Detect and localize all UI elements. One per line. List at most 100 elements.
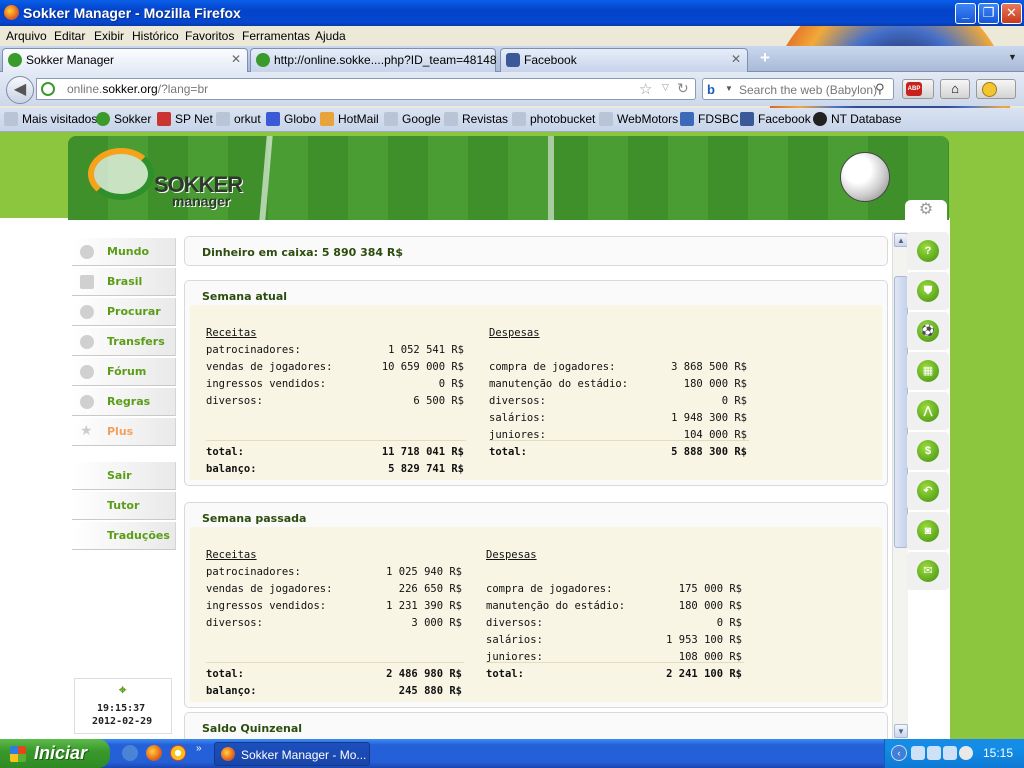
media-button[interactable]: ◙ [907,512,949,550]
tray-app-icon[interactable] [943,746,957,760]
receitas-total-label: total: [206,668,244,680]
menu-item-brasil[interactable]: Brasil [72,268,176,296]
receita-value: 3 000 R$ [411,617,462,629]
menu-ajuda[interactable]: Ajuda [315,29,346,43]
menu-historico[interactable]: Histórico [132,29,179,43]
globe-icon [80,245,94,259]
quicklaunch-desktop-icon[interactable] [122,745,138,761]
menu-item-sair[interactable]: Sair [72,462,176,490]
bookmark-globo[interactable]: Globo [266,112,316,128]
bookmark-hotmail[interactable]: HotMail [320,112,379,128]
window-title: Sokker Manager - Mozilla Firefox [23,5,241,21]
tab-close-icon[interactable]: ✕ [731,52,741,66]
site-identity-icon[interactable] [41,82,55,96]
network-icon[interactable] [911,746,925,760]
new-tab-button[interactable]: + [756,49,774,67]
training-button[interactable]: ⋀ [907,392,949,430]
bookmark-revistas[interactable]: Revistas [444,112,508,128]
menu-item-regras[interactable]: Regras [72,388,176,416]
bookmark-facebook[interactable]: Facebook [740,112,811,128]
search-icon[interactable]: ⚲ [875,81,885,97]
page-scrollbar[interactable]: ▲ ▼ [892,232,908,739]
settings-gear-icon[interactable]: ⚙ [905,200,947,220]
quicklaunch-more-icon[interactable]: » [196,743,202,754]
menu-item-plus[interactable]: ★ Plus [72,418,176,446]
finance-button[interactable]: $ [907,432,949,470]
tactics-button[interactable]: ▦ [907,352,949,390]
bookmark-orkut[interactable]: orkut [216,112,261,128]
player-icon: ⚽ [917,320,939,342]
bookmark-sp-net[interactable]: SP Net [157,112,213,128]
system-clock: 15:15 [983,746,1014,760]
tray-app-icon[interactable] [959,746,973,760]
search-engine-dropdown-icon[interactable]: ▼ [725,84,733,93]
url-dropdown-icon[interactable]: ▽ [662,82,669,93]
search-bar[interactable]: b ▼ Search the web (Babylon) ⚲ [702,78,894,100]
quicklaunch-firefox-icon[interactable] [146,745,162,761]
tab-list-chevron-icon[interactable]: ▼ [1008,52,1017,62]
back-button[interactable]: ◀ [6,76,34,104]
babylon-icon[interactable]: b [707,82,715,97]
tray-expand-icon[interactable]: ‹ [891,745,907,761]
home-button[interactable]: ⌂ [940,79,970,99]
menu-exibir[interactable]: Exibir [94,29,124,43]
transfers-button[interactable]: ↶ [907,472,949,510]
maximize-button[interactable]: ❐ [978,3,999,24]
adblock-plus-button[interactable]: ABP [902,79,934,99]
despesa-value: 0 R$ [716,617,742,629]
addon-button[interactable] [976,79,1016,99]
folder-icon [4,112,18,126]
help-button[interactable]: ? [907,232,949,270]
menu-ferramentas[interactable]: Ferramentas [242,29,310,43]
url-bar[interactable]: online.sokker.org/?lang=br ☆ ▽ ↻ [36,78,696,100]
bookmark-fdsbc[interactable]: FDSBC [680,112,739,128]
sokker-logo-icon[interactable] [88,148,154,200]
site-menu: Mundo Brasil Procurar Transfers Fórum Re… [72,238,176,448]
quicklaunch-chrome-icon[interactable] [170,745,186,761]
bookmark-webmotors[interactable]: WebMotors [599,112,678,128]
despesa-value: 180 000 R$ [678,600,742,612]
bookmark-nt-database[interactable]: NT Database [813,112,901,128]
reload-icon[interactable]: ↻ [677,80,689,97]
menu-item-mundo[interactable]: Mundo [72,238,176,266]
despesa-label: manutenção do estádio: [486,600,626,612]
bookmark-sokker[interactable]: Sokker [96,112,151,128]
tab-close-icon[interactable]: ✕ [231,52,241,66]
menu-favoritos[interactable]: Favoritos [185,29,234,43]
network-icon[interactable] [927,746,941,760]
taskbar-window-label: Sokker Manager - Mo... [241,748,367,762]
scroll-up-icon[interactable]: ▲ [894,233,908,247]
tab-sokker-manager[interactable]: Sokker Manager ✕ [2,48,248,72]
bookmark-photobucket[interactable]: photobucket [512,112,595,128]
menu-item-transfers[interactable]: Transfers [72,328,176,356]
cash-box: Dinheiro em caixa: 5 890 384 R$ [184,236,888,266]
bookmark-star-icon[interactable]: ☆ [639,80,652,98]
close-button[interactable]: ✕ [1001,3,1022,24]
mail-button[interactable]: ✉ [907,552,949,590]
despesa-value: 3 868 500 R$ [671,361,747,373]
taskbar-firefox-window[interactable]: Sokker Manager - Mo... [214,742,370,766]
menu-arquivo[interactable]: Arquivo [6,29,47,43]
menu-item-procurar[interactable]: Procurar [72,298,176,326]
page-icon [599,112,613,126]
minimize-button[interactable]: _ [955,3,976,24]
tab-sokker-team[interactable]: http://online.sokke....php?ID_team=48148 [250,48,497,72]
players-button[interactable]: ⚽ [907,312,949,350]
bookmark-google[interactable]: Google [384,112,441,128]
despesa-value: 1 953 100 R$ [666,634,742,646]
start-button[interactable]: Iniciar [0,739,110,768]
menu-item-forum[interactable]: Fórum [72,358,176,386]
receita-label: ingressos vendidos: [206,378,327,390]
tab-facebook[interactable]: Facebook ✕ [500,48,748,72]
despesa-value: 1 948 300 R$ [671,412,747,424]
receita-value: 226 650 R$ [398,583,462,595]
club-button[interactable]: ⛊ [907,272,949,310]
scroll-down-icon[interactable]: ▼ [894,724,908,738]
bookmark-mais-visitados[interactable]: Mais visitados [4,112,97,128]
scroll-thumb[interactable] [894,276,908,548]
menu-item-tutor[interactable]: Tutor [72,492,176,520]
url-text: online.sokker.org/?lang=br [67,82,209,96]
receitas-total-value: 11 718 041 R$ [381,446,464,458]
menu-editar[interactable]: Editar [54,29,85,43]
menu-item-traducoes[interactable]: Traduções [72,522,176,550]
